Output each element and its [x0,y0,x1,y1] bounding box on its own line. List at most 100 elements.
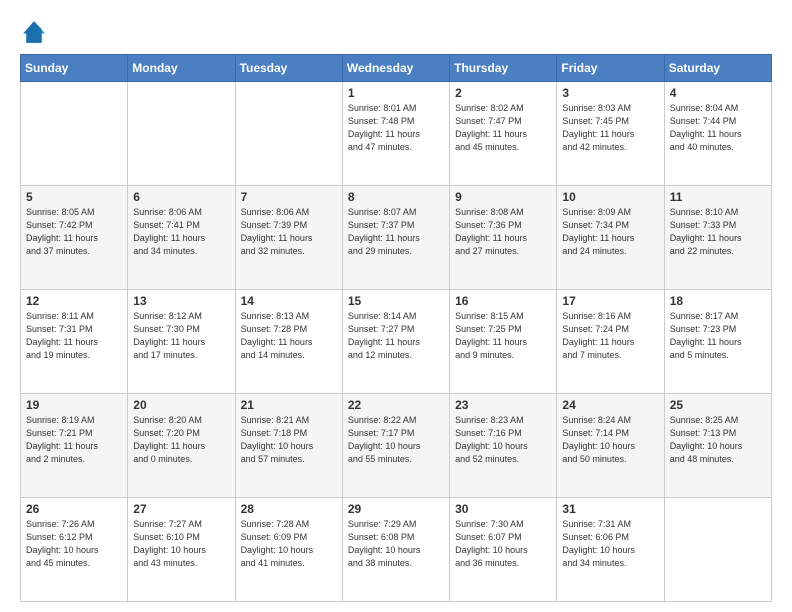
day-info: Sunrise: 8:15 AM Sunset: 7:25 PM Dayligh… [455,310,551,362]
calendar-cell: 31 Sunrise: 7:31 AM Sunset: 6:06 PM Dayli… [557,498,664,602]
calendar-cell: 7 Sunrise: 8:06 AM Sunset: 7:39 PM Daylig… [235,186,342,290]
calendar-cell: 30 Sunrise: 7:30 AM Sunset: 6:07 PM Dayli… [450,498,557,602]
calendar-day-header: Monday [128,55,235,82]
calendar-cell: 10Sunrise: 8:09 AM Sunset: 7:34 PM Dayli… [557,186,664,290]
calendar-day-header: Thursday [450,55,557,82]
calendar-cell: 8 Sunrise: 8:07 AM Sunset: 7:37 PM Daylig… [342,186,449,290]
day-info: Sunrise: 8:25 AM Sunset: 7:13 PM Dayligh… [670,414,766,466]
day-number: 4 [670,86,766,100]
calendar-cell [664,498,771,602]
day-info: Sunrise: 8:06 AM Sunset: 7:41 PM Dayligh… [133,206,229,258]
day-number: 29 [348,502,444,516]
day-info: Sunrise: 8:13 AM Sunset: 7:28 PM Dayligh… [241,310,337,362]
day-info: Sunrise: 8:03 AM Sunset: 7:45 PM Dayligh… [562,102,658,154]
day-info: Sunrise: 8:14 AM Sunset: 7:27 PM Dayligh… [348,310,444,362]
calendar-header-row: SundayMondayTuesdayWednesdayThursdayFrid… [21,55,772,82]
day-number: 7 [241,190,337,204]
day-number: 31 [562,502,658,516]
day-info: Sunrise: 8:22 AM Sunset: 7:17 PM Dayligh… [348,414,444,466]
logo [20,18,52,46]
day-number: 24 [562,398,658,412]
calendar-day-header: Saturday [664,55,771,82]
calendar-cell: 17Sunrise: 8:16 AM Sunset: 7:24 PM Dayli… [557,290,664,394]
day-number: 2 [455,86,551,100]
day-info: Sunrise: 8:01 AM Sunset: 7:48 PM Dayligh… [348,102,444,154]
day-info: Sunrise: 8:06 AM Sunset: 7:39 PM Dayligh… [241,206,337,258]
day-info: Sunrise: 8:12 AM Sunset: 7:30 PM Dayligh… [133,310,229,362]
day-info: Sunrise: 8:02 AM Sunset: 7:47 PM Dayligh… [455,102,551,154]
calendar-cell [21,82,128,186]
calendar-cell: 25 Sunrise: 8:25 AM Sunset: 7:13 PM Dayli… [664,394,771,498]
day-number: 14 [241,294,337,308]
calendar-week-row: 19 Sunrise: 8:19 AM Sunset: 7:21 PM Dayli… [21,394,772,498]
calendar-cell: 4 Sunrise: 8:04 AM Sunset: 7:44 PM Daylig… [664,82,771,186]
calendar-week-row: 5Sunrise: 8:05 AM Sunset: 7:42 PM Daylig… [21,186,772,290]
day-number: 1 [348,86,444,100]
day-info: Sunrise: 8:19 AM Sunset: 7:21 PM Dayligh… [26,414,122,466]
logo-icon [20,18,48,46]
calendar-cell: 3 Sunrise: 8:03 AM Sunset: 7:45 PM Daylig… [557,82,664,186]
day-number: 6 [133,190,229,204]
day-number: 28 [241,502,337,516]
day-info: Sunrise: 7:31 AM Sunset: 6:06 PM Dayligh… [562,518,658,570]
calendar-cell: 11Sunrise: 8:10 AM Sunset: 7:33 PM Dayli… [664,186,771,290]
day-info: Sunrise: 7:26 AM Sunset: 6:12 PM Dayligh… [26,518,122,570]
calendar-week-row: 12Sunrise: 8:11 AM Sunset: 7:31 PM Dayli… [21,290,772,394]
calendar-cell: 23 Sunrise: 8:23 AM Sunset: 7:16 PM Dayli… [450,394,557,498]
day-info: Sunrise: 8:16 AM Sunset: 7:24 PM Dayligh… [562,310,658,362]
calendar-cell: 9 Sunrise: 8:08 AM Sunset: 7:36 PM Daylig… [450,186,557,290]
day-number: 10 [562,190,658,204]
calendar-cell: 29 Sunrise: 7:29 AM Sunset: 6:08 PM Dayli… [342,498,449,602]
day-number: 9 [455,190,551,204]
calendar-cell: 2 Sunrise: 8:02 AM Sunset: 7:47 PM Daylig… [450,82,557,186]
day-number: 25 [670,398,766,412]
day-number: 3 [562,86,658,100]
day-info: Sunrise: 8:24 AM Sunset: 7:14 PM Dayligh… [562,414,658,466]
day-info: Sunrise: 7:30 AM Sunset: 6:07 PM Dayligh… [455,518,551,570]
calendar-week-row: 26 Sunrise: 7:26 AM Sunset: 6:12 PM Dayli… [21,498,772,602]
day-number: 19 [26,398,122,412]
day-number: 16 [455,294,551,308]
day-number: 13 [133,294,229,308]
day-number: 22 [348,398,444,412]
day-info: Sunrise: 8:07 AM Sunset: 7:37 PM Dayligh… [348,206,444,258]
day-info: Sunrise: 8:21 AM Sunset: 7:18 PM Dayligh… [241,414,337,466]
calendar-week-row: 1 Sunrise: 8:01 AM Sunset: 7:48 PM Daylig… [21,82,772,186]
calendar-cell: 13 Sunrise: 8:12 AM Sunset: 7:30 PM Dayli… [128,290,235,394]
calendar-day-header: Sunday [21,55,128,82]
day-info: Sunrise: 8:23 AM Sunset: 7:16 PM Dayligh… [455,414,551,466]
day-info: Sunrise: 7:28 AM Sunset: 6:09 PM Dayligh… [241,518,337,570]
day-info: Sunrise: 7:29 AM Sunset: 6:08 PM Dayligh… [348,518,444,570]
day-number: 23 [455,398,551,412]
calendar-cell: 16 Sunrise: 8:15 AM Sunset: 7:25 PM Dayli… [450,290,557,394]
calendar-cell: 1 Sunrise: 8:01 AM Sunset: 7:48 PM Daylig… [342,82,449,186]
day-number: 21 [241,398,337,412]
day-info: Sunrise: 8:20 AM Sunset: 7:20 PM Dayligh… [133,414,229,466]
calendar-cell: 19 Sunrise: 8:19 AM Sunset: 7:21 PM Dayli… [21,394,128,498]
day-number: 26 [26,502,122,516]
day-number: 30 [455,502,551,516]
calendar-cell: 14 Sunrise: 8:13 AM Sunset: 7:28 PM Dayli… [235,290,342,394]
day-info: Sunrise: 8:08 AM Sunset: 7:36 PM Dayligh… [455,206,551,258]
calendar-cell: 5Sunrise: 8:05 AM Sunset: 7:42 PM Daylig… [21,186,128,290]
day-number: 18 [670,294,766,308]
calendar-cell: 20 Sunrise: 8:20 AM Sunset: 7:20 PM Dayli… [128,394,235,498]
day-info: Sunrise: 8:10 AM Sunset: 7:33 PM Dayligh… [670,206,766,258]
day-info: Sunrise: 8:05 AM Sunset: 7:42 PM Dayligh… [26,206,122,258]
calendar-cell: 27Sunrise: 7:27 AM Sunset: 6:10 PM Dayli… [128,498,235,602]
calendar-cell: 6 Sunrise: 8:06 AM Sunset: 7:41 PM Daylig… [128,186,235,290]
calendar-cell [235,82,342,186]
page: SundayMondayTuesdayWednesdayThursdayFrid… [0,0,792,612]
calendar-cell: 12Sunrise: 8:11 AM Sunset: 7:31 PM Dayli… [21,290,128,394]
calendar-table: SundayMondayTuesdayWednesdayThursdayFrid… [20,54,772,602]
day-number: 8 [348,190,444,204]
calendar-cell: 28 Sunrise: 7:28 AM Sunset: 6:09 PM Dayli… [235,498,342,602]
day-info: Sunrise: 8:11 AM Sunset: 7:31 PM Dayligh… [26,310,122,362]
calendar-day-header: Tuesday [235,55,342,82]
day-info: Sunrise: 8:04 AM Sunset: 7:44 PM Dayligh… [670,102,766,154]
day-info: Sunrise: 7:27 AM Sunset: 6:10 PM Dayligh… [133,518,229,570]
day-info: Sunrise: 8:17 AM Sunset: 7:23 PM Dayligh… [670,310,766,362]
day-number: 20 [133,398,229,412]
calendar-day-header: Wednesday [342,55,449,82]
day-number: 15 [348,294,444,308]
